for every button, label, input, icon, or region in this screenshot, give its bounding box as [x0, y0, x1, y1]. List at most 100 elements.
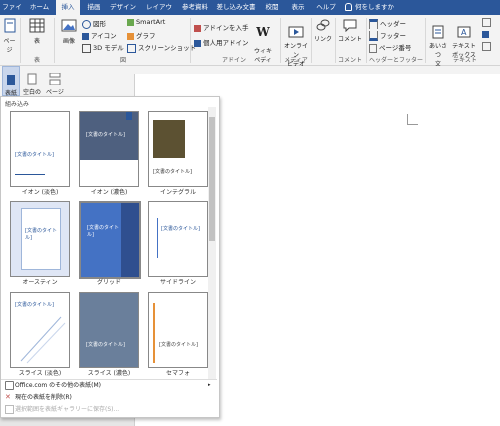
separator [20, 18, 21, 63]
textbox-icon: A [457, 26, 471, 38]
page-number-icon [369, 43, 377, 53]
cover-thumbnail: [文書のタイトル] [10, 292, 70, 368]
wordart-button[interactable] [482, 30, 489, 38]
page-label: ページ [3, 38, 16, 54]
table-button[interactable]: 表 [26, 18, 48, 45]
separator [190, 18, 191, 63]
lightbulb-icon [345, 3, 352, 11]
tab-insert[interactable]: 挿入 [56, 0, 80, 15]
cover-name: サイドライン [159, 279, 196, 286]
my-addins-label: 個人用アドイン [203, 39, 249, 47]
image-button[interactable]: 画像 [58, 18, 80, 45]
link-button[interactable]: リンク [313, 18, 333, 43]
image-label: 画像 [62, 38, 75, 45]
dropcap-icon [482, 42, 491, 51]
my-addins-button[interactable]: 個人用アドイン [194, 37, 249, 47]
tab-mailings[interactable]: 差し込み文書 [215, 0, 257, 15]
ribbon: ページ 表 表 画像 図形 アイコン 3D モデル SmartArt グラフ ス… [0, 15, 500, 73]
tab-home[interactable]: ホーム [27, 0, 52, 15]
cover-name: オースティン [22, 279, 58, 286]
image-icon [61, 19, 77, 32]
smartart-button[interactable]: SmartArt [127, 18, 165, 26]
link-label: リンク [313, 36, 332, 43]
cover-thumbnail: [文書のタイトル] [79, 111, 139, 187]
cover-title: [文書のタイトル] [25, 228, 57, 241]
header-icon [369, 19, 378, 29]
menu-item-label: 選択範囲を表紙ギャラリーに保存(S)... [15, 406, 120, 413]
remove-current-cover[interactable]: ✕ 現在の表紙を削除(R) [1, 392, 217, 403]
footer-label: フッター [380, 32, 406, 40]
cover-photo [153, 120, 185, 158]
tell-me-text: 何をしますか [355, 3, 394, 11]
model3d-label: 3D モデル [93, 44, 124, 52]
cover-stripe [121, 203, 139, 277]
tell-me-box[interactable]: 何をしますか [345, 0, 405, 15]
get-addins-button[interactable]: アドインを入手 [194, 22, 249, 32]
header-label: ヘッダー [380, 20, 406, 28]
cover-slice-lines [20, 316, 66, 364]
link-icon [316, 19, 330, 31]
more-covers-office-com[interactable]: Office.com のその他の表紙(M) ▸ [1, 380, 217, 391]
cover-thumbnail: [文書のタイトル] [148, 292, 208, 368]
cube-icon [82, 43, 91, 53]
cover-thumbnail: [文書のタイトル] [10, 111, 70, 187]
separator [425, 18, 426, 63]
tab-design[interactable]: デザイン [108, 0, 138, 15]
quick-parts-button[interactable] [482, 18, 491, 27]
cover-rule [15, 174, 45, 175]
dropcap-button[interactable] [482, 42, 491, 51]
separator [311, 18, 312, 63]
page-number-button[interactable]: ページ番号 [369, 42, 411, 53]
cover-name: グリッド [96, 279, 121, 286]
screenshot-icon [127, 43, 136, 53]
cover-title: [文書のタイトル] [161, 226, 200, 232]
footer-button[interactable]: フッター [369, 30, 406, 41]
tab-view[interactable]: 表示 [288, 0, 308, 15]
section-header: 組み込み [5, 101, 30, 108]
scrollbar-thumb[interactable] [209, 117, 215, 241]
wikipedia-icon: W [256, 25, 270, 39]
header-button[interactable]: ヘッダー [369, 18, 406, 29]
svg-text:A: A [461, 28, 467, 37]
model3d-button[interactable]: 3D モデル [82, 42, 124, 53]
group-label-addin: アドイン [221, 57, 246, 64]
cover-orange-bar [153, 303, 155, 363]
graph-label: グラフ [136, 32, 156, 40]
tab-layout[interactable]: レイアウト [143, 0, 175, 26]
remove-cover-icon: ✕ [5, 393, 11, 401]
comment-button[interactable]: コメント [338, 18, 362, 43]
chevron-right-icon: ▸ [208, 382, 211, 388]
smartart-label: SmartArt [136, 18, 166, 26]
tab-review[interactable]: 校閲 [262, 0, 282, 15]
tab-draw[interactable]: 描画 [84, 0, 104, 15]
cover-title: [文書のタイトル] [15, 152, 54, 158]
screenshot-label: スクリーンショット [138, 44, 197, 52]
cover-page-icon [7, 75, 15, 85]
page-button[interactable]: ページ [1, 18, 18, 54]
tab-help[interactable]: ヘルプ [314, 0, 338, 15]
group-label-comment: コメント [337, 57, 362, 64]
smartart-icon [127, 18, 134, 26]
icons-icon [82, 32, 89, 40]
table-label: 表 [33, 38, 40, 45]
margin-mark [407, 114, 418, 125]
icons-button[interactable]: アイコン [82, 30, 117, 40]
addins-icon [194, 39, 201, 47]
cover-gallery-dropdown: 組み込み [文書のタイトル] イオン (淡色) [文書のタイトル] イオン (濃… [0, 96, 220, 418]
screenshot-button[interactable]: スクリーンショット [127, 42, 196, 53]
save-selection-to-gallery: 選択範囲を表紙ギャラリーに保存(S)... [1, 404, 217, 415]
shapes-button[interactable]: 図形 [82, 18, 106, 29]
group-label-figure: 図 [119, 57, 126, 64]
cover-name: スライス (濃色) [87, 370, 131, 377]
shapes-icon [82, 19, 91, 29]
separator [54, 18, 55, 63]
graph-button[interactable]: グラフ [127, 30, 156, 40]
cover-thumbnail: [文書のタイトル] [148, 201, 208, 277]
cover-page-button[interactable]: 表紙 [2, 66, 20, 97]
cover-thumbnail: [文書のタイトル] [79, 201, 141, 279]
tab-references[interactable]: 参考資料 [180, 0, 210, 15]
video-icon [288, 26, 304, 38]
cover-name: セマフォ [165, 370, 190, 377]
tab-file[interactable]: ファイル [0, 0, 24, 26]
menu-item-label: Office.com のその他の表紙(M) [15, 382, 102, 389]
